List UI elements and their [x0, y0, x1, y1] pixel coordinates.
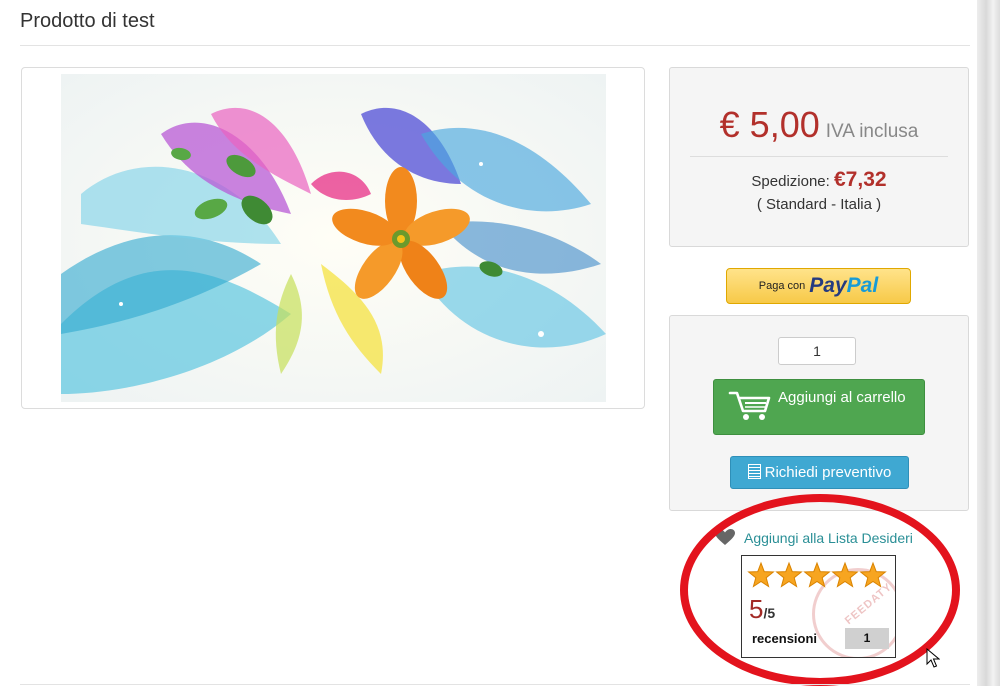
- document-icon: [747, 464, 761, 479]
- shipping-cost: €7,32: [834, 168, 887, 191]
- bottom-divider: [20, 684, 970, 685]
- vat-label: IVA inclusa: [825, 121, 919, 142]
- star-icon: [803, 561, 831, 588]
- price-panel: € 5,00 IVA inclusa Spedizione: €7,32 ( St…: [669, 67, 969, 247]
- reviews-count: 1: [845, 628, 889, 649]
- shipping-label: Spedizione:: [751, 173, 830, 190]
- paypal-button[interactable]: Paga con PayPal: [726, 268, 911, 304]
- mouse-cursor-icon: [926, 648, 940, 668]
- shipping-method: ( Standard - Italia ): [756, 196, 882, 213]
- price-amount: € 5,00: [719, 104, 820, 145]
- cart-panel: Aggiungi al carrello Richiedi preventivo: [669, 315, 969, 511]
- star-icon: [775, 561, 803, 588]
- wishlist-label: Aggiungi alla Lista Desideri: [744, 530, 913, 546]
- title-divider: [20, 45, 970, 46]
- quantity-input[interactable]: [778, 337, 856, 365]
- star-icon: [747, 561, 775, 588]
- add-to-cart-label: Aggiungi al carrello: [778, 389, 906, 406]
- price-divider: [690, 156, 948, 157]
- star-icon: [859, 561, 887, 588]
- star-icon: [831, 561, 859, 588]
- product-image-frame[interactable]: [21, 67, 645, 409]
- paypal-logo-pay: Pay: [809, 274, 847, 297]
- reviews-label: recensioni: [752, 631, 818, 646]
- rating-stars: [747, 561, 887, 588]
- wishlist-link[interactable]: Aggiungi alla Lista Desideri: [714, 528, 913, 546]
- page-title: Prodotto di test: [20, 10, 155, 32]
- rating-score: 5/5: [749, 594, 775, 625]
- feedaty-widget[interactable]: FEEDATY 5/5 recensioni 1: [741, 555, 896, 658]
- rating-value: 5: [749, 594, 764, 624]
- paypal-logo: PayPal: [809, 274, 878, 297]
- heart-icon: [715, 529, 735, 545]
- price-line: € 5,00 IVA inclusa: [670, 104, 968, 146]
- request-quote-label: Richiedi preventivo: [764, 464, 892, 481]
- rating-max: /5: [763, 605, 776, 621]
- request-quote-button[interactable]: Richiedi preventivo: [730, 456, 909, 489]
- shipping-line: Spedizione: €7,32: [670, 168, 968, 192]
- cart-icon: [728, 391, 771, 420]
- product-image: [61, 74, 606, 402]
- paypal-logo-pal: Pal: [846, 274, 879, 297]
- add-to-cart-button[interactable]: Aggiungi al carrello: [713, 379, 925, 435]
- background-strip: [977, 0, 1000, 686]
- paypal-prefix: Paga con: [758, 280, 806, 292]
